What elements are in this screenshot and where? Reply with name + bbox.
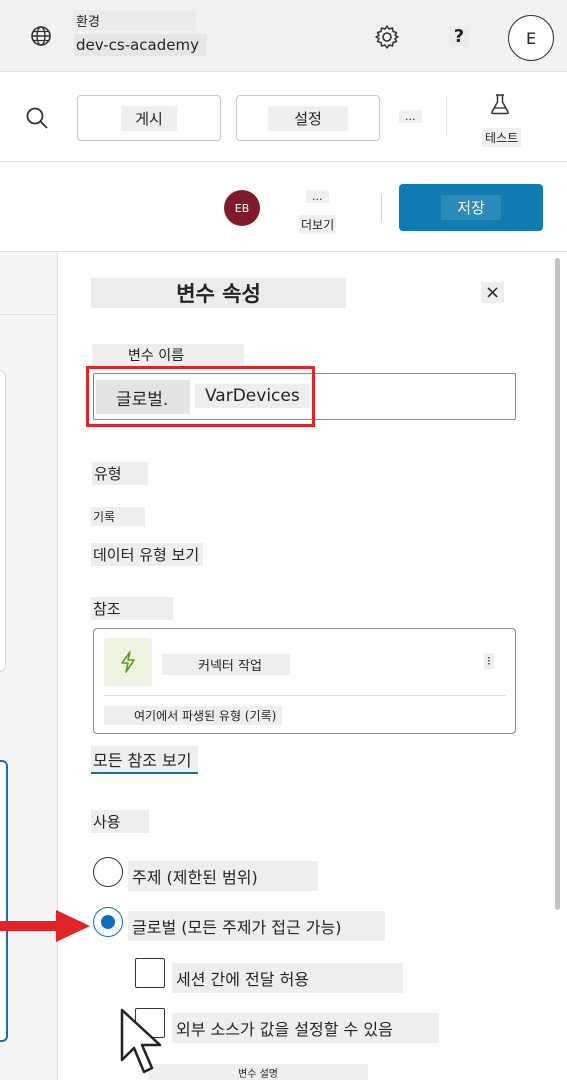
canvas-card <box>0 370 6 672</box>
save-button[interactable]: 저장 <box>399 184 543 231</box>
save-divider <box>381 194 382 222</box>
publish-label: 게시 <box>121 105 177 131</box>
canvas-edge <box>0 252 58 1080</box>
scope-global-label[interactable]: 글로벌 (모든 주제가 접근 가능) <box>128 911 386 941</box>
scope-topic-label[interactable]: 주제 (제한된 범위) <box>128 861 318 891</box>
reference-item[interactable]: 커넥터 작업 <box>162 654 290 675</box>
reference-sub: 여기에서 파생된 유형 (기록) <box>104 706 283 725</box>
save-label: 저장 <box>441 195 501 220</box>
carry-over-checkbox[interactable] <box>135 958 165 988</box>
command-divider <box>446 96 447 136</box>
reference-item-menu[interactable]: ⁝ <box>484 653 494 669</box>
more-label[interactable]: 더보기 <box>299 215 337 234</box>
settings-button[interactable]: 설정 <box>236 95 380 141</box>
usage-heading: 사용 <box>91 810 149 833</box>
highlight-box <box>86 366 315 427</box>
command-more-button[interactable]: ... <box>399 110 422 123</box>
search-icon[interactable] <box>25 106 49 130</box>
globe-icon[interactable] <box>29 24 53 48</box>
gear-icon[interactable] <box>374 24 400 50</box>
connector-tile <box>104 638 152 686</box>
flask-icon[interactable] <box>488 92 512 116</box>
scope-global-radio[interactable] <box>93 907 123 937</box>
reference-divider <box>104 695 506 696</box>
mouse-cursor-icon <box>120 1008 162 1074</box>
red-arrow-icon <box>0 910 90 942</box>
test-label[interactable]: 테스트 <box>482 128 522 147</box>
settings-label: 설정 <box>268 105 348 131</box>
view-data-type-link[interactable]: 데이터 유형 보기 <box>91 543 204 566</box>
close-icon[interactable]: × <box>481 282 505 303</box>
external-source-label[interactable]: 외부 소스가 값을 설정할 수 있음 <box>172 1013 439 1043</box>
type-value: 기록 <box>91 507 146 526</box>
variable-name-label: 변수 이름 <box>92 344 244 366</box>
environment-name[interactable]: dev-cs-academy <box>74 34 207 56</box>
user-initials-avatar[interactable]: EB <box>224 190 260 226</box>
user-avatar[interactable]: E <box>508 15 554 61</box>
environment-label: 환경 <box>74 10 196 31</box>
view-all-references-link[interactable]: 모든 참조 보기 <box>91 746 198 774</box>
description-label: 변수 설명 <box>148 1064 368 1080</box>
panel-title: 변수 속성 <box>91 278 346 308</box>
more-dots[interactable]: ... <box>306 190 329 203</box>
reference-heading: 참조 <box>91 597 173 620</box>
carry-over-label[interactable]: 세션 간에 전달 허용 <box>172 963 404 993</box>
panel-scrollbar[interactable] <box>555 258 560 910</box>
publish-button[interactable]: 게시 <box>77 95 221 141</box>
scope-topic-radio[interactable] <box>93 857 123 887</box>
flash-icon <box>121 651 135 673</box>
canvas-selected-card <box>0 760 8 1042</box>
help-button[interactable]: ? <box>449 26 469 47</box>
canvas-divider <box>0 314 58 315</box>
type-heading: 유형 <box>92 462 148 485</box>
